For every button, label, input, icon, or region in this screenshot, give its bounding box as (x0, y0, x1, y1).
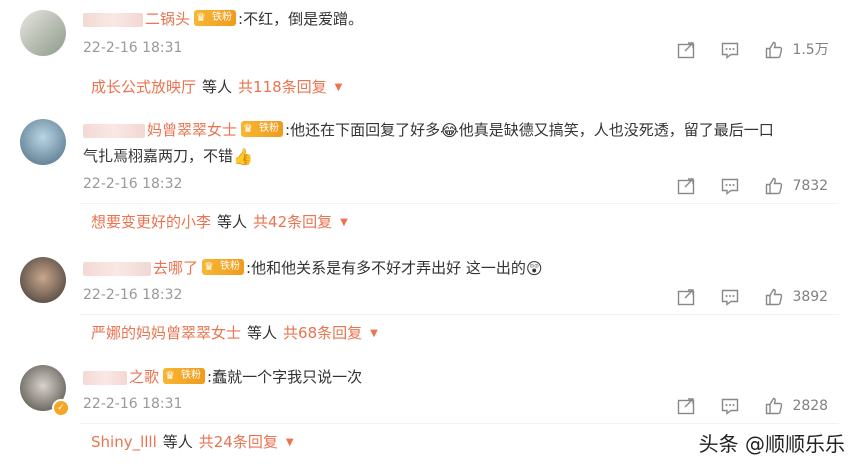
comment-date: 22-2-16 18:31 (83, 40, 183, 56)
reply-count[interactable]: 共24条回复 (199, 433, 278, 451)
reply-summary[interactable]: 想要变更好的小李 等人 共42条回复 ▼ (91, 211, 348, 232)
share-icon (677, 42, 695, 59)
comment-icon (721, 398, 739, 415)
like-button[interactable]: 3892 (764, 286, 828, 308)
divider (80, 203, 839, 204)
reply-count[interactable]: 共118条回复 (238, 78, 327, 96)
fan-badge: ♛ 铁粉 (163, 367, 206, 384)
like-count: 1.5万 (792, 42, 829, 58)
reply-mid: 等人 (217, 213, 248, 231)
comment-text-line: 之歌 ♛ 铁粉:蠢就一个字我只说一次 (83, 364, 839, 390)
share-icon (677, 289, 695, 306)
comment-text: :蠢就一个字我只说一次 (207, 368, 363, 386)
comment-text: :他和他关系是有多不好才弄出好 这一出的 (246, 259, 526, 277)
comment-text: :不红，倒是爱蹭。 (238, 10, 364, 28)
share-button[interactable] (676, 395, 696, 417)
caret-down-icon[interactable]: ▼ (335, 82, 343, 93)
username[interactable]: 二锅头 (145, 10, 190, 28)
reply-user[interactable]: 严娜的妈妈曾翠翠女士 (91, 324, 241, 342)
share-icon (677, 178, 695, 195)
reply-mid: 等人 (162, 433, 193, 451)
comment-icon (721, 42, 739, 59)
username-blurred[interactable] (83, 261, 151, 276)
fan-badge: ♛ 铁粉 (202, 258, 245, 275)
comment-actions: 3892 (676, 286, 836, 308)
comment-icon (721, 289, 739, 306)
verified-icon: ✓ (52, 399, 70, 417)
watermark: 头条 @顺顺乐乐 (698, 432, 845, 456)
like-button[interactable]: 2828 (764, 395, 828, 417)
caret-down-icon[interactable]: ▼ (370, 328, 378, 339)
comment-button[interactable] (720, 175, 740, 197)
avatar[interactable] (20, 119, 66, 165)
comment-date: 22-2-16 18:32 (83, 287, 183, 303)
share-icon (677, 398, 695, 415)
crown-icon: ♛ (196, 10, 206, 24)
thumbs-up-emoji-icon: 👍 (233, 146, 253, 166)
reply-user[interactable]: 成长公式放映厅 (91, 78, 196, 96)
crown-icon: ♛ (165, 368, 175, 382)
comment-button[interactable] (720, 395, 740, 417)
emoji-icon: 😲 (525, 258, 543, 278)
like-button[interactable]: 1.5万 (764, 39, 829, 61)
divider (80, 314, 839, 315)
comment-button[interactable] (720, 286, 740, 308)
comment-actions: 7832 (676, 175, 836, 197)
reply-count[interactable]: 共42条回复 (253, 213, 332, 231)
fan-badge: ♛ 铁粉 (241, 120, 284, 137)
reply-count[interactable]: 共68条回复 (283, 324, 362, 342)
reply-user[interactable]: 想要变更好的小李 (91, 213, 211, 231)
caret-down-icon[interactable]: ▼ (286, 437, 294, 448)
comment-date: 22-2-16 18:31 (83, 396, 183, 412)
like-icon (765, 288, 783, 306)
reply-summary[interactable]: Shiny_llll 等人 共24条回复 ▼ (91, 431, 294, 452)
crown-icon: ♛ (243, 121, 253, 135)
like-count: 2828 (792, 398, 829, 414)
divider (80, 423, 839, 424)
reply-user[interactable]: Shiny_llll (91, 433, 157, 451)
reply-mid: 等人 (247, 324, 278, 342)
comment-button[interactable] (720, 39, 740, 61)
like-icon (765, 41, 783, 59)
avatar[interactable] (20, 10, 66, 56)
username[interactable]: 之歌 (129, 368, 159, 386)
comment-icon (721, 178, 739, 195)
comment-actions: 1.5万 (676, 39, 836, 61)
reply-summary[interactable]: 成长公式放映厅 等人 共118条回复 ▼ (91, 76, 342, 97)
like-icon (765, 397, 783, 415)
crown-icon: ♛ (204, 259, 214, 273)
share-button[interactable] (676, 175, 696, 197)
comment-text-line2: 气扎焉栩嘉两刀，不错👍 (83, 143, 839, 170)
comment-text-cont: 他真是缺德又搞笑，人也没死透，留了最后一口 (458, 121, 774, 139)
share-button[interactable] (676, 286, 696, 308)
emoji-icon: 😂 (440, 120, 459, 140)
comment-actions: 2828 (676, 395, 836, 417)
comment-text-line: 妈曾翠翠女士 ♛ 铁粉:他还在下面回复了好多😂他真是缺德又搞笑，人也没死透，留了最后… (83, 117, 839, 144)
comment-text: :他还在下面回复了好多 (285, 121, 441, 139)
like-button[interactable]: 7832 (764, 175, 828, 197)
like-count: 7832 (792, 178, 829, 194)
comment-date: 22-2-16 18:32 (83, 176, 183, 192)
comment-text-line: 二锅头 ♛ 铁粉:不红，倒是爱蹭。 (83, 6, 839, 32)
username[interactable]: 妈曾翠翠女士 (147, 121, 237, 139)
comment-text-line: 去哪了 ♛ 铁粉:他和他关系是有多不好才弄出好 这一出的😲 (83, 255, 839, 282)
avatar[interactable] (20, 257, 66, 303)
caret-down-icon[interactable]: ▼ (340, 217, 348, 228)
fan-badge: ♛ 铁粉 (194, 9, 237, 26)
username[interactable]: 去哪了 (153, 259, 198, 277)
like-count: 3892 (792, 289, 829, 305)
username-blurred[interactable] (83, 12, 143, 27)
reply-summary[interactable]: 严娜的妈妈曾翠翠女士 等人 共68条回复 ▼ (91, 322, 378, 343)
like-icon (765, 177, 783, 195)
reply-mid: 等人 (202, 78, 233, 96)
share-button[interactable] (676, 39, 696, 61)
username-blurred[interactable] (83, 123, 145, 138)
username-blurred[interactable] (83, 370, 127, 385)
